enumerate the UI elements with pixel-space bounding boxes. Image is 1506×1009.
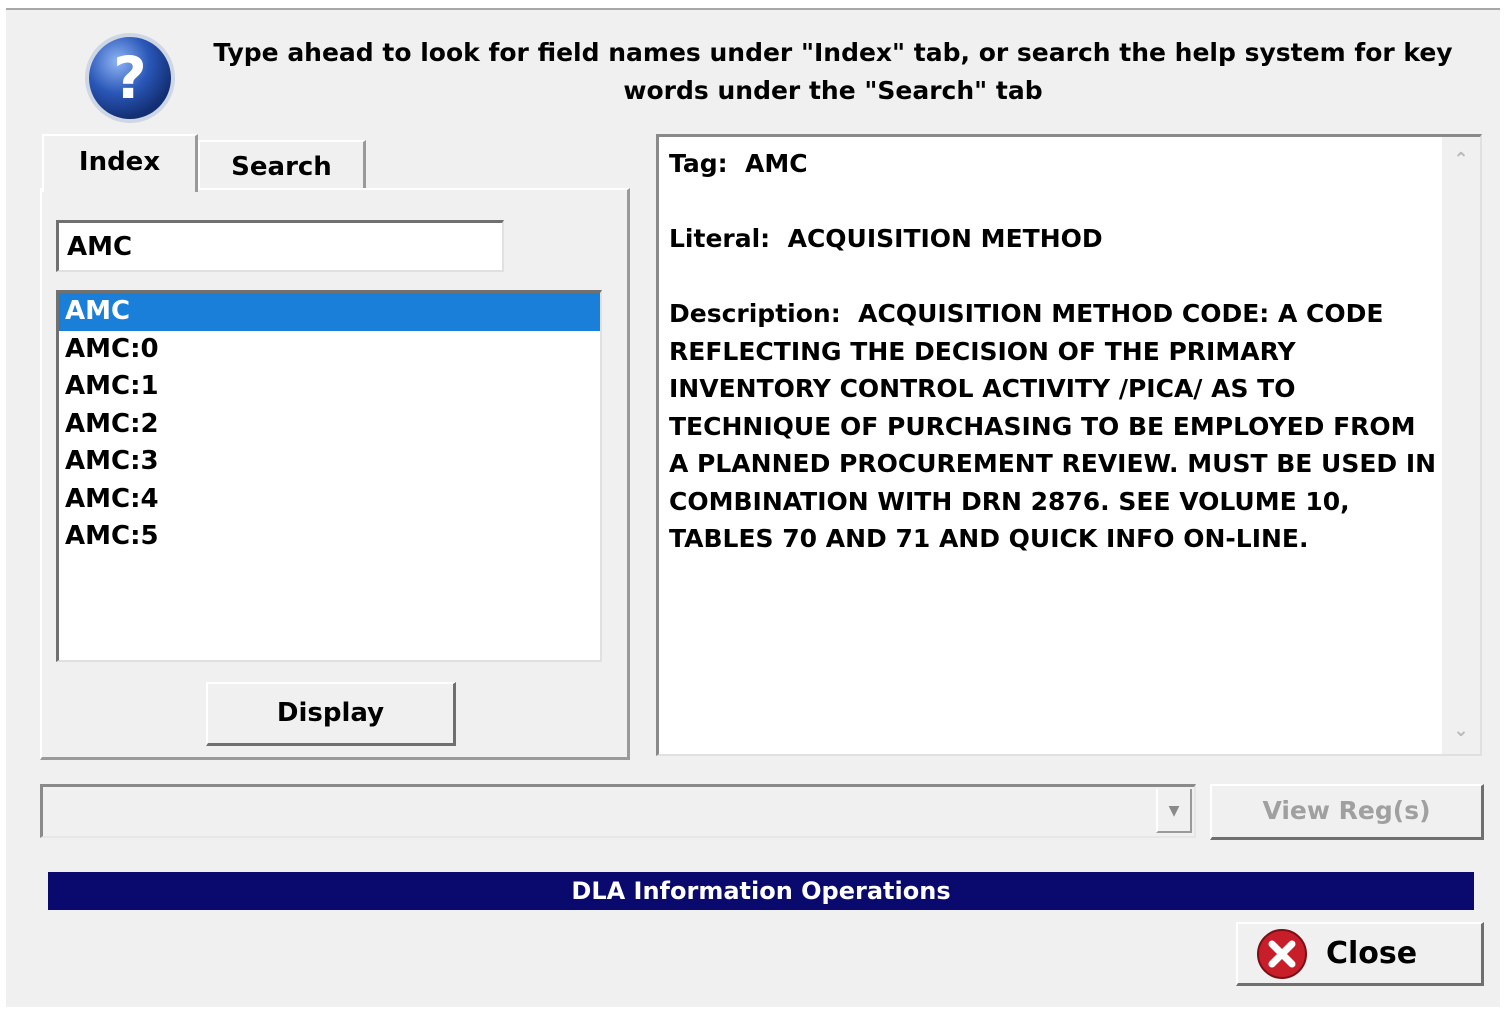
- display-button[interactable]: Display: [206, 682, 456, 746]
- list-item[interactable]: AMC:0: [59, 331, 600, 369]
- detail-scrollbar[interactable]: ⌃ ⌄: [1442, 137, 1480, 754]
- list-item[interactable]: AMC:5: [59, 518, 600, 556]
- list-item[interactable]: AMC:3: [59, 443, 600, 481]
- literal-line: Literal: ACQUISITION METHOD: [669, 220, 1439, 258]
- literal-value: ACQUISITION METHOD: [787, 224, 1103, 253]
- tag-label: Tag:: [669, 149, 728, 178]
- dropdown-arrow-icon[interactable]: ▼: [1156, 789, 1192, 833]
- tag-value: AMC: [745, 149, 808, 178]
- list-item[interactable]: AMC:1: [59, 368, 600, 406]
- field-detail-text: Tag: AMC Literal: ACQUISITION METHOD Des…: [669, 145, 1439, 595]
- svg-text:?: ?: [113, 44, 147, 112]
- close-button[interactable]: Close: [1236, 922, 1484, 986]
- chevron-up-icon[interactable]: ⌃: [1442, 143, 1480, 177]
- footer-banner: DLA Information Operations: [48, 872, 1474, 910]
- description-block: Description: ACQUISITION METHOD CODE: A …: [669, 295, 1439, 558]
- field-name-list[interactable]: AMC AMC:0 AMC:1 AMC:2 AMC:3 AMC:4 AMC:5: [56, 290, 602, 662]
- field-detail-pane[interactable]: Tag: AMC Literal: ACQUISITION METHOD Des…: [656, 134, 1482, 756]
- help-question-icon: ?: [85, 33, 175, 123]
- literal-label: Literal:: [669, 224, 771, 253]
- close-icon: [1257, 928, 1307, 979]
- tab-search-label: Search: [231, 152, 332, 182]
- description-value: ACQUISITION METHOD CODE: A CODE REFLECTI…: [669, 299, 1437, 553]
- regs-dropdown[interactable]: ▼: [40, 784, 1196, 838]
- list-item[interactable]: AMC:4: [59, 481, 600, 519]
- tab-search[interactable]: Search: [198, 140, 366, 190]
- tab-index-label: Index: [78, 147, 161, 177]
- help-dialog: ? Type ahead to look for field names und…: [6, 8, 1500, 1007]
- tab-index[interactable]: Index: [42, 134, 198, 192]
- field-search-input[interactable]: [56, 220, 504, 272]
- chevron-down-icon[interactable]: ⌄: [1442, 714, 1480, 748]
- tag-line: Tag: AMC: [669, 145, 1439, 183]
- list-item[interactable]: AMC: [59, 293, 600, 331]
- close-label: Close: [1326, 936, 1418, 971]
- index-panel: AMC AMC:0 AMC:1 AMC:2 AMC:3 AMC:4 AMC:5 …: [40, 188, 630, 760]
- description-label: Description:: [669, 299, 841, 328]
- list-item[interactable]: AMC:2: [59, 406, 600, 444]
- view-regs-button[interactable]: View Reg(s): [1210, 784, 1484, 840]
- instruction-text: Type ahead to look for field names under…: [213, 38, 1453, 105]
